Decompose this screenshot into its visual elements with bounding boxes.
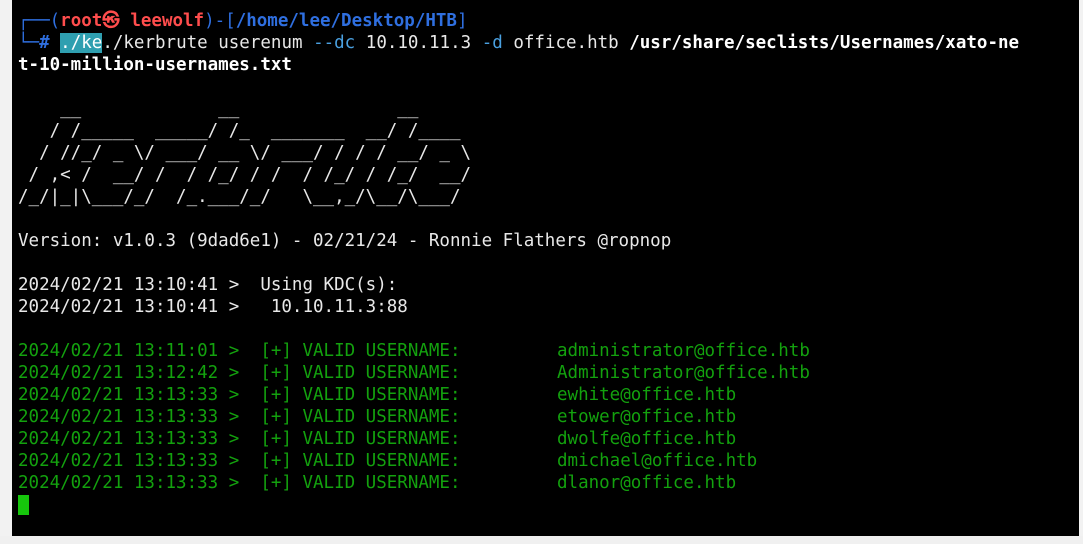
version-line: Version: v1.0.3 (9dad6e1) - 02/21/24 - R… bbox=[18, 231, 672, 251]
command-line: └─# ./ke./kerbrute userenum --dc 10.10.1… bbox=[18, 32, 1019, 54]
prompt-frame-open: ┌──( bbox=[18, 11, 61, 31]
result-username: dmichael@office.htb bbox=[557, 451, 758, 471]
result-prefix: 2024/02/21 13:13:33 > [+] VALID USERNAME… bbox=[18, 429, 461, 449]
banner-line: /_/|_|\___/_/ /_.___/_/ \__,_/\__/\___/ bbox=[18, 187, 461, 207]
prompt-corner: └─ bbox=[18, 33, 40, 53]
banner-line: __ __ __ bbox=[18, 99, 419, 119]
flag-domain: -d bbox=[481, 33, 503, 53]
command-subcommand: userenum bbox=[218, 33, 303, 53]
typed-highlight: ./ke bbox=[60, 33, 103, 53]
flag-dc: --dc bbox=[313, 33, 356, 53]
result-line: 2024/02/21 13:13:33 > [+] VALID USERNAME… bbox=[18, 428, 461, 450]
result-line: 2024/02/21 13:13:33 > [+] VALID USERNAME… bbox=[18, 406, 461, 428]
result-username: dlanor@office.htb bbox=[557, 473, 737, 493]
banner-line: / ,< / __/ / / /_/ / / / /_/ / /_/ __/ bbox=[18, 165, 472, 185]
result-username: ewhite@office.htb bbox=[557, 385, 737, 405]
status-bar bbox=[0, 536, 1083, 544]
banner-line: / //_/ _ \/ ___/ __ \/ ___/ / / / __/ _ … bbox=[18, 143, 472, 163]
kdc-line: 2024/02/21 13:10:41 > Using KDC(s): bbox=[18, 275, 398, 295]
result-line: 2024/02/21 13:13:33 > [+] VALID USERNAME… bbox=[18, 472, 461, 494]
prompt-frame-mid: )-[ bbox=[204, 11, 236, 31]
terminal-cursor[interactable] bbox=[18, 495, 29, 515]
result-line: 2024/02/21 13:11:01 > [+] VALID USERNAME… bbox=[18, 340, 461, 362]
terminal-window[interactable]: ┌──(root㉿ leewolf)-[/home/lee/Desktop/HT… bbox=[12, 0, 1079, 536]
dc-value: 10.10.11.3 bbox=[365, 33, 472, 53]
result-username: dwolfe@office.htb bbox=[557, 429, 737, 449]
banner-line: / /_____ _____/ /_ _______ __/ /____ bbox=[18, 121, 461, 141]
result-prefix: 2024/02/21 13:13:33 > [+] VALID USERNAME… bbox=[18, 451, 461, 471]
result-prefix: 2024/02/21 13:12:42 > [+] VALID USERNAME… bbox=[18, 363, 461, 383]
result-prefix: 2024/02/21 13:13:33 > [+] VALID USERNAME… bbox=[18, 407, 461, 427]
prompt-hash: # bbox=[39, 33, 50, 53]
result-line: 2024/02/21 13:13:33 > [+] VALID USERNAME… bbox=[18, 384, 461, 406]
result-line: 2024/02/21 13:12:42 > [+] VALID USERNAME… bbox=[18, 362, 461, 384]
command-line-wrap: t-10-million-usernames.txt bbox=[18, 54, 292, 76]
prompt-frame-close: ] bbox=[456, 11, 468, 31]
prompt-header-line: ┌──(root㉿ leewolf)-[/home/lee/Desktop/HT… bbox=[18, 10, 468, 32]
result-username: Administrator@office.htb bbox=[557, 363, 810, 383]
wordlist-path-part1: /usr/share/seclists/Usernames/xato-ne bbox=[629, 33, 1020, 53]
command-executable: ./kerbrute bbox=[102, 33, 208, 53]
prompt-user-host: root㉿ leewolf bbox=[60, 11, 205, 31]
wordlist-path-part2: t-10-million-usernames.txt bbox=[18, 55, 292, 75]
result-prefix: 2024/02/21 13:13:33 > [+] VALID USERNAME… bbox=[18, 473, 461, 493]
domain-value: office.htb bbox=[513, 33, 619, 53]
prompt-path: /home/lee/Desktop/HTB bbox=[235, 11, 457, 31]
kdc-address-line: 2024/02/21 13:10:41 > 10.10.11.3:88 bbox=[18, 297, 408, 317]
result-prefix: 2024/02/21 13:13:33 > [+] VALID USERNAME… bbox=[18, 385, 461, 405]
result-line: 2024/02/21 13:13:33 > [+] VALID USERNAME… bbox=[18, 450, 461, 472]
result-username: administrator@office.htb bbox=[557, 341, 810, 361]
result-username: etower@office.htb bbox=[557, 407, 737, 427]
result-prefix: 2024/02/21 13:11:01 > [+] VALID USERNAME… bbox=[18, 341, 461, 361]
